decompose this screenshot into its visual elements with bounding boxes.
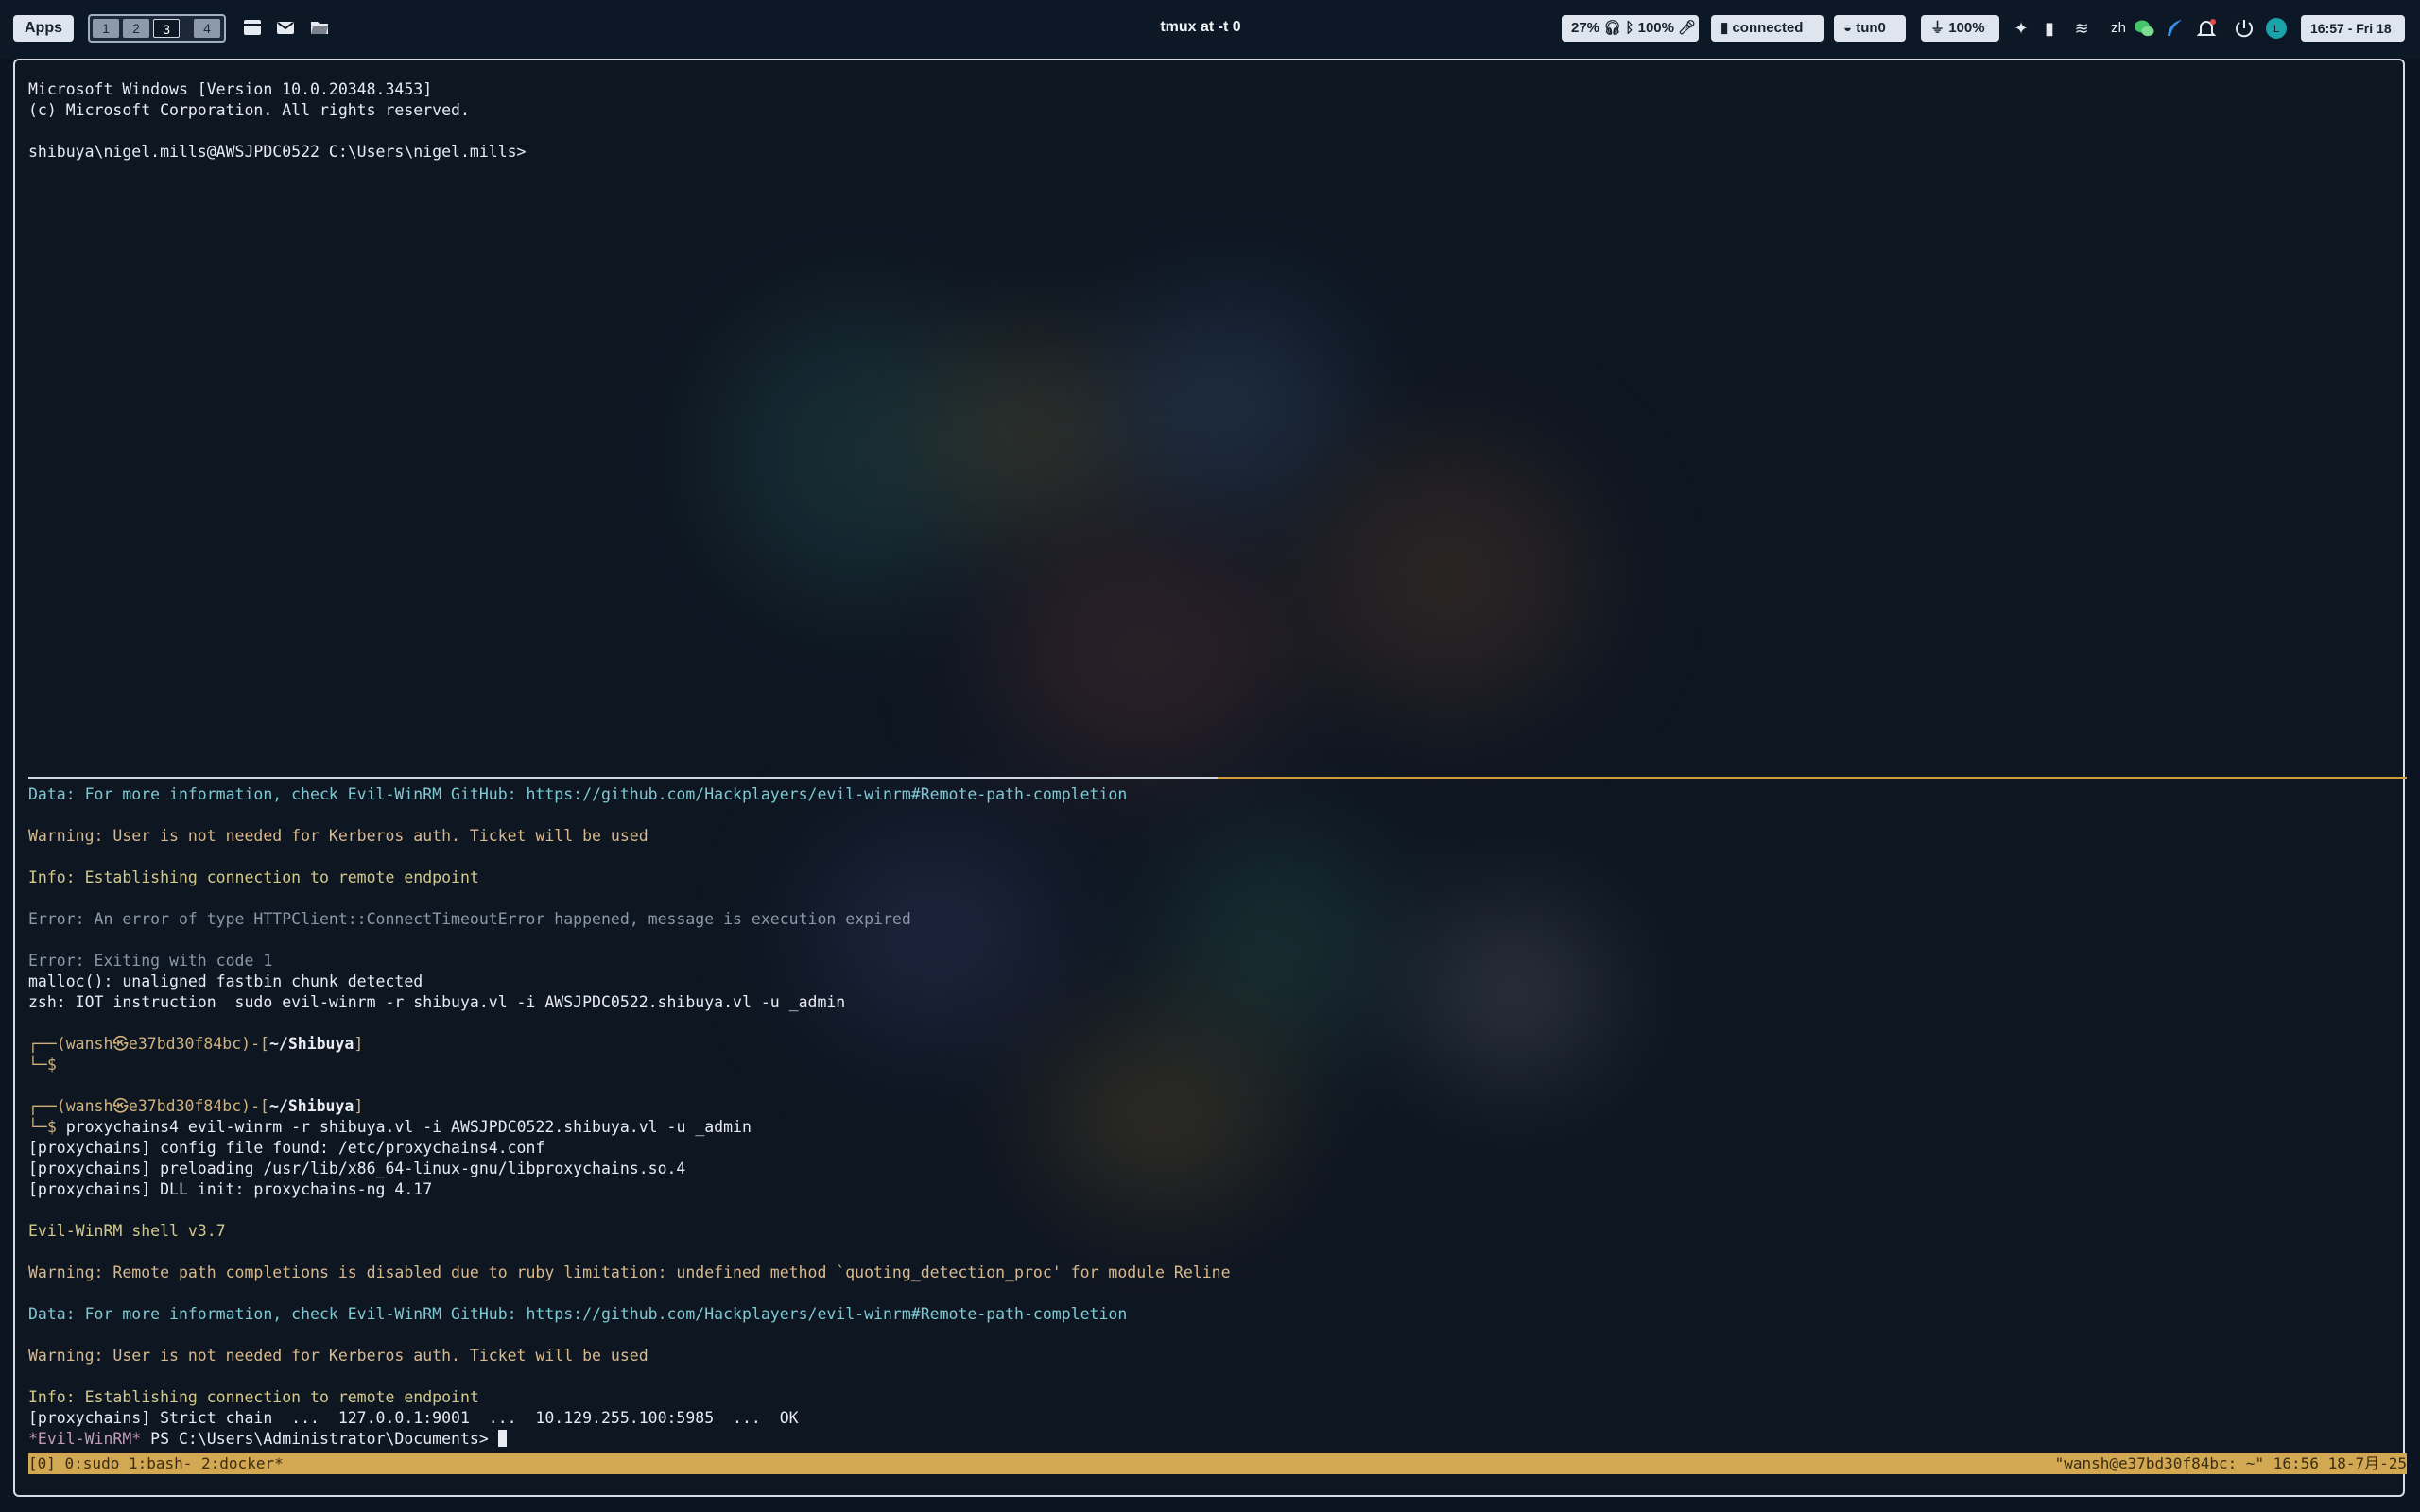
svg-text:L: L <box>2273 24 2279 35</box>
input-method[interactable]: zh <box>2104 17 2133 40</box>
shell-prompt-input: └─$ <box>28 1056 57 1074</box>
terminal-line: malloc(): unaligned fastbin chunk detect… <box>28 972 424 990</box>
bluetooth-icon: ᛒ <box>1625 20 1634 36</box>
window-title: tmux at -t 0 <box>1160 19 1241 35</box>
bluetooth-status: connected <box>1732 20 1804 36</box>
shell-prompt-header: ┌──(wansh㉿e37bd30f84bc)-[~/Shibuya] <box>28 1035 364 1053</box>
terminal-line: (c) Microsoft Corporation. All rights re… <box>28 101 470 119</box>
vpn-interface: tun0 <box>1856 20 1886 36</box>
terminal-line: Warning: User is not needed for Kerberos… <box>28 827 648 845</box>
bell-icon[interactable] <box>2195 17 2218 40</box>
terminal-line: Evil-WinRM shell v3.7 <box>28 1222 226 1240</box>
bluetooth-status-pill[interactable]: ▮ connected <box>1711 15 1824 42</box>
battery-percent: 27% <box>1571 20 1600 36</box>
vpn-pill[interactable]: ◒ tun0 <box>1834 15 1906 42</box>
terminal-line: Microsoft Windows [Version 10.0.20348.34… <box>28 80 433 98</box>
top-pane[interactable]: Microsoft Windows [Version 10.0.20348.34… <box>28 79 2407 163</box>
apps-button[interactable]: Apps <box>13 15 74 42</box>
volume-percent: 100% <box>1637 20 1674 36</box>
terminal-line: Error: An error of type HTTPClient::Conn… <box>28 910 911 928</box>
text-cursor <box>497 1430 507 1447</box>
vpn-icon: ◒ <box>1843 20 1853 36</box>
terminal-line: Info: Establishing connection to remote … <box>28 1388 479 1406</box>
workspace-switcher: 1 2 3 4 <box>88 14 226 43</box>
layers-icon[interactable]: ≋ <box>2070 17 2093 40</box>
power-icon[interactable] <box>2233 17 2256 40</box>
terminal-window[interactable]: Microsoft Windows [Version 10.0.20348.34… <box>13 59 2407 1497</box>
plug-icon: ⏚ <box>1930 20 1945 36</box>
power-percent: 100% <box>1948 20 1985 36</box>
workspace-4[interactable]: 4 <box>194 19 220 38</box>
pane-divider[interactable] <box>28 777 2407 779</box>
terminal-line: Error: Exiting with code 1 <box>28 952 273 970</box>
shell-prompt-input: └─$ proxychains4 evil-winrm -r shibuya.v… <box>28 1118 752 1136</box>
avatar-icon[interactable]: L <box>2265 17 2288 40</box>
feather-icon[interactable] <box>2163 17 2186 40</box>
terminal-line: [proxychains] config file found: /etc/pr… <box>28 1139 545 1157</box>
terminal-line: Data: For more information, check Evil-W… <box>28 1305 1128 1323</box>
bottom-pane[interactable]: Data: For more information, check Evil-W… <box>28 784 2407 1450</box>
terminal-line: [proxychains] Strict chain ... 127.0.0.1… <box>28 1409 799 1427</box>
terminal-line: Warning: User is not needed for Kerberos… <box>28 1347 648 1365</box>
terminal-line: [proxychains] DLL init: proxychains-ng 4… <box>28 1180 433 1198</box>
tmux-status-bar: [0] 0:sudo 1:bash- 2:docker* "wansh@e37b… <box>28 1453 2407 1474</box>
window-icon[interactable] <box>242 17 263 38</box>
workspace-3[interactable]: 3 <box>153 19 180 38</box>
clock[interactable]: 16:57 - Fri 18 <box>2301 15 2405 42</box>
shield-icon: ▮ <box>1720 20 1729 36</box>
shell-prompt-header: ┌──(wansh㉿e37bd30f84bc)-[~/Shibuya] <box>28 1097 364 1115</box>
terminal-line: Info: Establishing connection to remote … <box>28 868 479 886</box>
headphones-icon: 🎧︎ <box>1603 20 1622 36</box>
tools-icon[interactable]: ✦ <box>2010 17 2032 40</box>
workspace-1[interactable]: 1 <box>93 19 119 38</box>
audio-battery-pill[interactable]: 27% 🎧︎ ᛒ 100% 🎤︎ <box>1562 15 1699 42</box>
powershell-prompt[interactable]: *Evil-WinRM* PS C:\Users\Administrator\D… <box>28 1429 2407 1450</box>
top-bar: Apps 1 2 3 4 tmux at -t 0 27% 🎧︎ ᛒ 100% … <box>0 0 2420 59</box>
terminal-line: Warning: Remote path completions is disa… <box>28 1263 1231 1281</box>
terminal-line: [proxychains] preloading /usr/lib/x86_64… <box>28 1160 686 1177</box>
mic-icon: 🎤︎ <box>1678 20 1697 36</box>
wechat-icon[interactable] <box>2133 17 2155 40</box>
tmux-host-clock: "wansh@e37bd30f84bc: ~" 16:56 18-7月-25 <box>2054 1454 2407 1472</box>
terminal-line: Data: For more information, check Evil-W… <box>28 785 1128 803</box>
power-pill[interactable]: ⏚ 100% <box>1921 15 1999 42</box>
folder-icon[interactable] <box>309 17 330 38</box>
bars-chart-icon[interactable]: ▮ <box>2038 17 2061 40</box>
workspace-2[interactable]: 2 <box>123 19 149 38</box>
mail-icon[interactable] <box>275 17 296 38</box>
terminal-line: zsh: IOT instruction sudo evil-winrm -r … <box>28 993 846 1011</box>
tmux-window-list[interactable]: [0] 0:sudo 1:bash- 2:docker* <box>28 1453 284 1474</box>
terminal-line: shibuya\nigel.mills@AWSJPDC0522 C:\Users… <box>28 143 527 161</box>
shell-command: proxychains4 evil-winrm -r shibuya.vl -i… <box>56 1118 752 1136</box>
